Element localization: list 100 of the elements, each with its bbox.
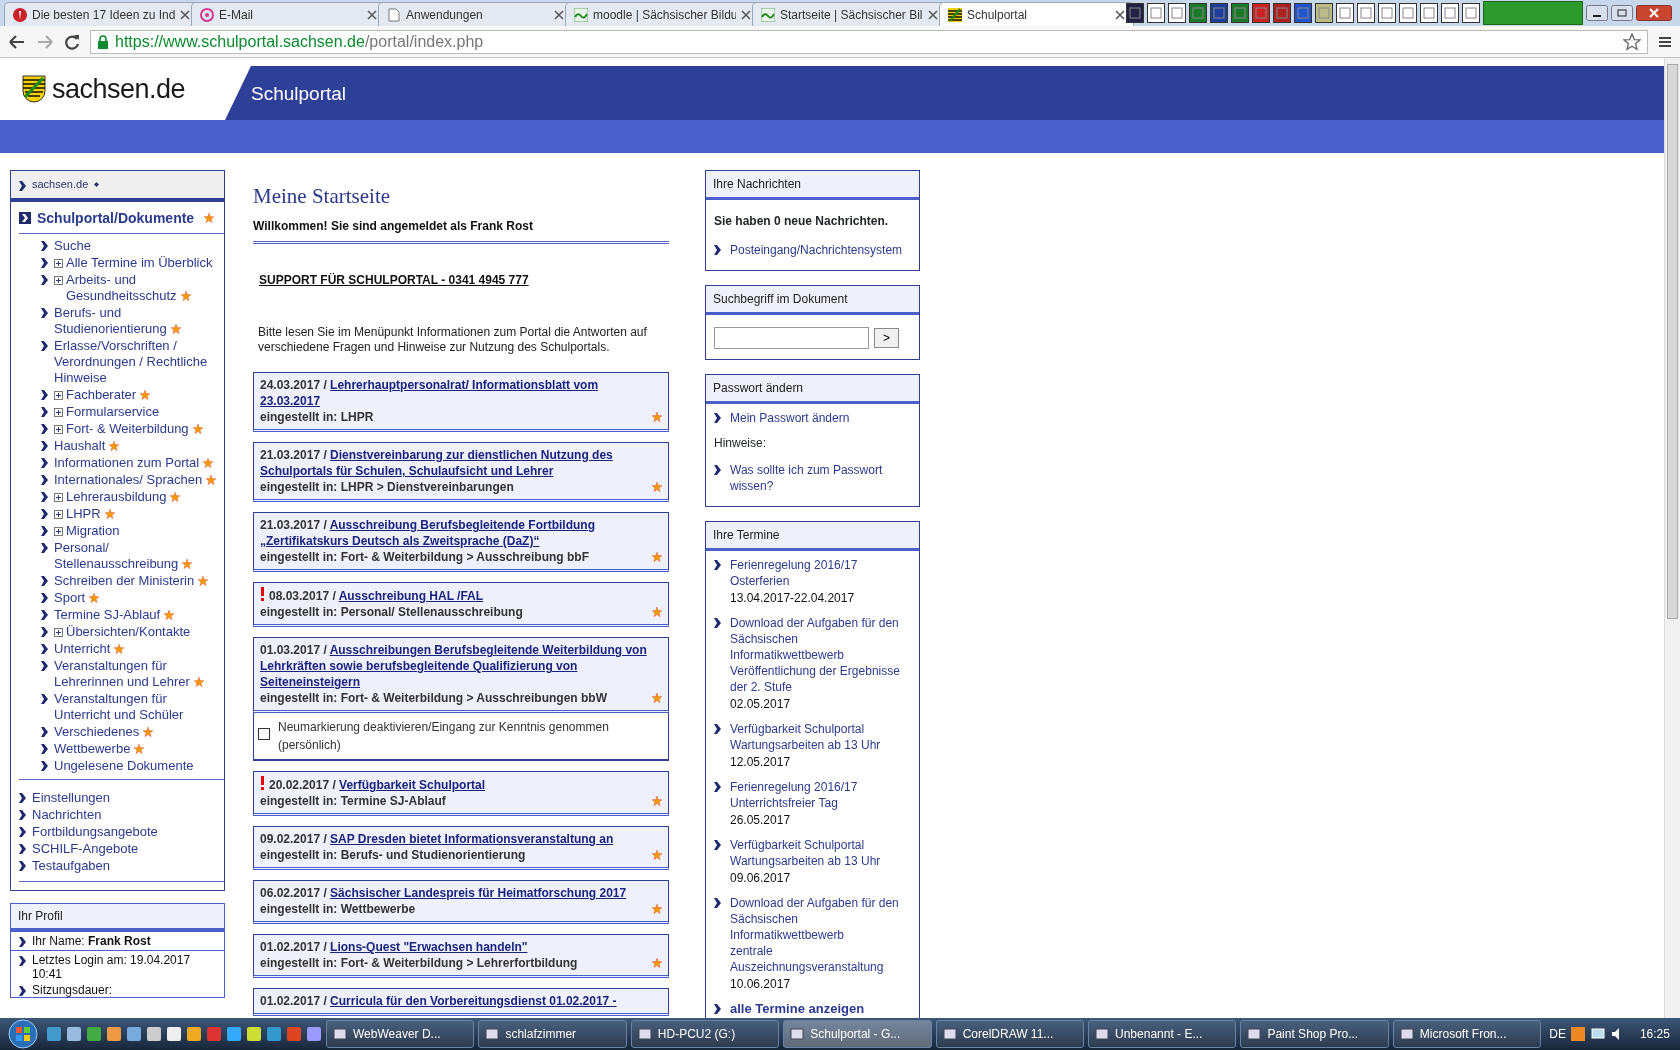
app-icon[interactable] — [306, 1026, 322, 1042]
sidebar-item[interactable]: Personal/ Stellenausschreibung — [54, 539, 224, 572]
sidebar-item[interactable]: Berufs- und Studienorientierung — [54, 304, 224, 337]
info-link[interactable]: Informationen zum Portal — [416, 325, 551, 340]
sidebar-item[interactable]: SCHILF-Angebote — [32, 840, 139, 857]
close-icon[interactable] — [180, 9, 190, 20]
expand-icon[interactable] — [54, 390, 63, 400]
event-link[interactable]: Verfügbarkeit Schulportal Wartungsarbeiten ab 13 Uhr — [730, 721, 881, 753]
expand-icon[interactable] — [54, 407, 63, 417]
tray-icon[interactable] — [1569, 1026, 1586, 1042]
sidebar-item[interactable]: LHPR — [66, 505, 115, 522]
scrollbar[interactable] — [1664, 58, 1680, 1018]
sidebar-item[interactable]: Schreiben der Ministerin — [54, 572, 209, 589]
sidebar-item[interactable]: Migration — [66, 522, 120, 539]
sidebar-item[interactable]: Internationales/ Sprachen — [54, 471, 217, 488]
sidebar-item[interactable]: Fort- & Weiterbildung — [66, 420, 203, 437]
clock[interactable]: 16:25 — [1639, 1025, 1670, 1043]
close-icon[interactable] — [554, 9, 564, 20]
sidebar-item[interactable]: Suche — [54, 237, 91, 254]
bookmark-star-icon[interactable] — [1623, 32, 1641, 51]
sidebar-item[interactable]: Lehrerausbildung — [66, 488, 181, 505]
sidebar-item[interactable]: Einstellungen — [32, 789, 111, 806]
all-dates-link[interactable]: alle Termine anzeigen — [730, 1001, 865, 1017]
close-icon[interactable] — [367, 9, 377, 20]
checkbox[interactable] — [258, 728, 270, 741]
sidebar-item[interactable]: Formularservice — [66, 403, 160, 420]
browser-tab[interactable]: Schulportal — [939, 2, 1134, 26]
sidebar-item[interactable]: Fachberater — [66, 386, 151, 403]
expand-icon[interactable] — [54, 424, 63, 434]
news-link[interactable]: Lehrerhauptpersonalrat/ Informationsblatt vom — [330, 378, 599, 393]
sidebar-item[interactable]: Übersichten/Kontakte — [66, 623, 191, 640]
taskbar-button[interactable]: schlafzimmer — [478, 1020, 627, 1048]
news-link[interactable]: Seiteneinsteigern — [260, 675, 361, 690]
sidebar-item[interactable]: Veranstaltungen für Lehrerinnen und Lehrer — [54, 657, 224, 690]
news-link[interactable]: Verfügbarkeit Schulportal — [339, 778, 486, 793]
taskbar-button[interactable]: Schulportal - G... — [783, 1020, 932, 1048]
sidebar-item[interactable]: Wettbewerbe — [54, 740, 145, 757]
expand-icon[interactable] — [54, 492, 63, 502]
close-icon[interactable] — [1115, 9, 1125, 20]
minimize-icon[interactable] — [1586, 5, 1608, 21]
expand-icon[interactable] — [54, 275, 63, 285]
panel-link[interactable]: Mein Passwort ändern — [730, 410, 850, 426]
app-icon[interactable] — [1420, 3, 1438, 23]
close-icon[interactable] — [741, 9, 751, 20]
app-icon[interactable] — [126, 1026, 142, 1042]
event-link[interactable]: Ferienregelung 2016/17 Unterrichtsfreier Tag — [730, 779, 858, 811]
app-icon[interactable] — [1315, 3, 1333, 23]
news-link[interactable]: Schulportals für Schulen, Schulaufsicht und Lehrer — [260, 464, 554, 479]
language-indicator[interactable]: DE — [1549, 1025, 1566, 1043]
app-icon[interactable] — [1462, 3, 1480, 23]
app-icon[interactable] — [146, 1026, 162, 1042]
news-link[interactable]: Lions-Quest "Erwachsen handeln" — [330, 940, 528, 955]
panel-link[interactable]: Was sollte ich zum Passwort wissen? — [730, 462, 911, 494]
sidebar-item[interactable]: Haushalt — [54, 437, 120, 454]
sidebar-item[interactable]: Nachrichten — [32, 806, 102, 823]
app-icon[interactable] — [1378, 3, 1396, 23]
taskbar-button[interactable]: Unbenannt - E... — [1088, 1020, 1237, 1048]
event-link[interactable]: Download der Aufgaben für den Sächsischen Informatikwettbewerb Veröffentlichung der Ergebnisse der 2. Stufe — [730, 615, 900, 695]
sidebar-item[interactable]: Veranstaltungen für Unterricht und Schüler — [54, 690, 224, 723]
news-link[interactable]: Ausschreibungen Berufsbegleitende Weiterbildung von — [329, 643, 647, 658]
sidebar-item[interactable]: Sport — [54, 589, 100, 606]
reload-icon[interactable] — [64, 33, 80, 50]
app-icon[interactable] — [1147, 3, 1165, 23]
app-icon[interactable] — [226, 1026, 242, 1042]
panel-link[interactable]: Posteingang/Nachrichtensystem — [730, 242, 903, 258]
news-link[interactable]: SAP Dresden bietet Informationsveranstaltung an — [330, 832, 614, 847]
taskbar-button[interactable]: WebWeaver D... — [326, 1020, 475, 1048]
taskbar-button[interactable]: CorelDRAW 11... — [935, 1020, 1085, 1048]
search-button[interactable]: > — [874, 328, 899, 348]
app-icon[interactable] — [1336, 3, 1354, 23]
event-link[interactable]: Verfügbarkeit Schulportal Wartungsarbeiten ab 13 Uhr — [730, 837, 881, 869]
sidebar-item[interactable]: Unterricht — [54, 640, 125, 657]
app-icon[interactable] — [166, 1026, 182, 1042]
event-link[interactable]: Download der Aufgaben für den Sächsischen Informatikwettbewerb zentrale Auszeichnungsveranstaltung — [730, 895, 899, 975]
news-link[interactable]: Ausschreibung Berufsbegleitende Fortbildung — [329, 518, 595, 533]
app-icon[interactable] — [246, 1026, 262, 1042]
close-icon[interactable] — [1636, 5, 1672, 21]
app-icon[interactable] — [1357, 3, 1375, 23]
scrollbar-thumb[interactable] — [1667, 64, 1678, 619]
sidebar-item[interactable]: Informationen zum Portal — [54, 454, 214, 471]
app-icon[interactable] — [186, 1026, 202, 1042]
sidebar-link[interactable]: sachsen.de — [32, 176, 89, 193]
sidebar-item[interactable]: Arbeits- und Gesundheitsschutz — [66, 271, 224, 304]
expand-icon[interactable] — [54, 526, 63, 536]
close-icon[interactable] — [928, 9, 938, 20]
taskbar-button[interactable]: HD-PCU2 (G:) — [630, 1020, 780, 1048]
sidebar-item[interactable]: Alle Termine im Überblick — [66, 254, 213, 271]
search-field[interactable] — [714, 327, 869, 349]
site-logo[interactable]: sachsen.de — [52, 68, 186, 110]
event-link[interactable]: Ferienregelung 2016/17 Osterferien — [730, 557, 858, 589]
expand-icon[interactable] — [54, 509, 63, 519]
sidebar-item[interactable]: Termine SJ-Ablauf — [54, 606, 175, 623]
app-icon[interactable] — [1399, 3, 1417, 23]
expand-icon[interactable] — [54, 627, 63, 637]
taskbar-button[interactable]: Microsoft Fron... — [1392, 1020, 1542, 1048]
news-link[interactable]: Ausschreibung HAL /FAL — [338, 589, 484, 604]
app-icon[interactable] — [1168, 3, 1186, 23]
sidebar-item[interactable]: Ungelesene Dokumente — [54, 757, 194, 774]
back-icon[interactable] — [8, 33, 26, 50]
news-link[interactable]: Dienstvereinbarung zur dienstlichen Nutzung des — [330, 448, 613, 463]
